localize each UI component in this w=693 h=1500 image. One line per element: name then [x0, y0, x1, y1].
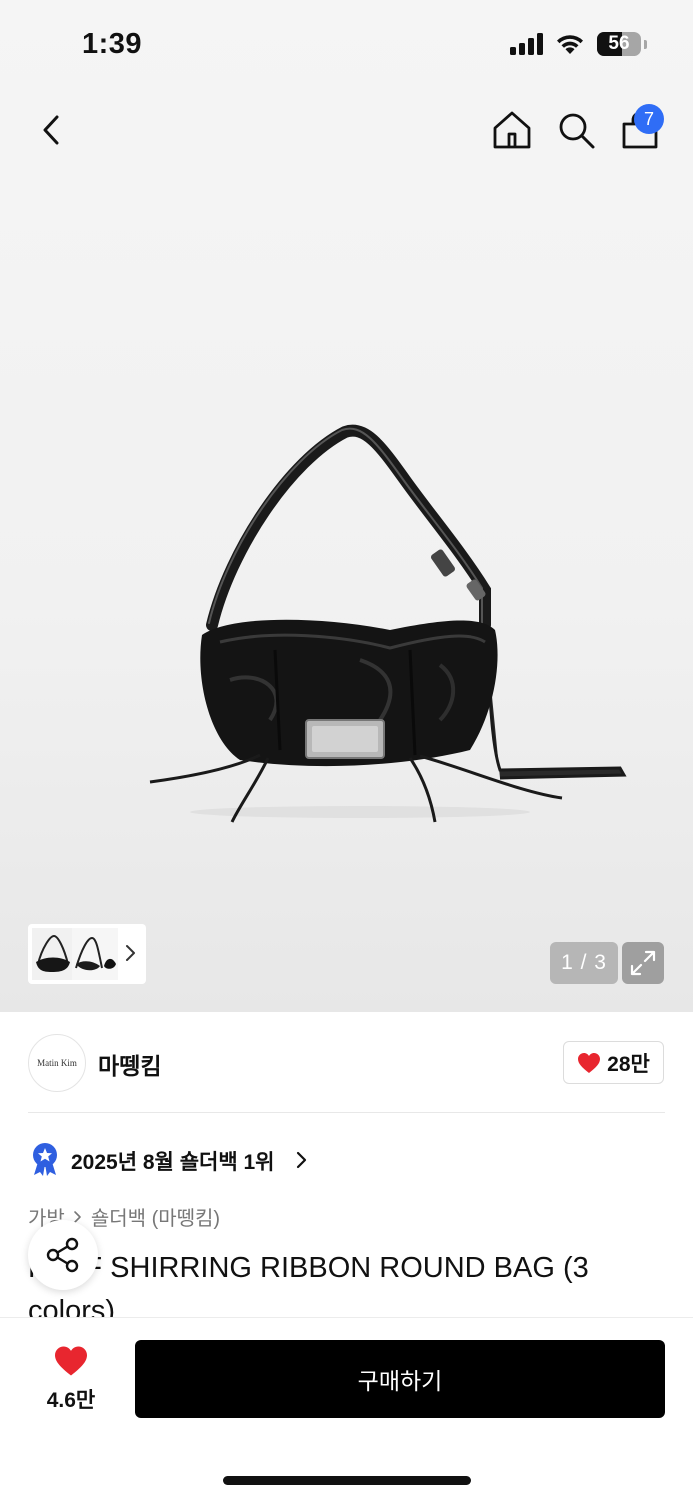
- share-button[interactable]: [28, 1220, 98, 1290]
- thumbnail-images[interactable]: [32, 928, 118, 980]
- breadcrumb-item-subcategory[interactable]: 숄더백 (마뗑킴): [91, 1202, 220, 1231]
- buy-button[interactable]: 구매하기: [135, 1340, 665, 1418]
- product-title: HALF SHIRRING RIBBON ROUND BAG (3 colors…: [28, 1252, 589, 1327]
- wishlist-count: 4.6만: [46, 1389, 96, 1412]
- thumbnail-strip[interactable]: [28, 924, 146, 984]
- brand-logo[interactable]: Matin Kim: [28, 1034, 86, 1092]
- image-counter: 1 / 3: [550, 942, 618, 984]
- chevron-right-icon[interactable]: [124, 942, 138, 964]
- brand-like-button[interactable]: 28만: [563, 1041, 664, 1084]
- chevron-right-icon[interactable]: [296, 1151, 308, 1169]
- status-time: 1:39: [82, 28, 143, 60]
- brand-like-count: 28만: [607, 1052, 650, 1076]
- back-chevron-icon[interactable]: [30, 108, 74, 152]
- home-indicator[interactable]: [223, 1476, 471, 1485]
- ranking-text[interactable]: 2025년 8월 숄더백 1위: [71, 1146, 275, 1176]
- battery-level: 56: [608, 33, 630, 54]
- wishlist-heart-icon[interactable]: [53, 1345, 89, 1377]
- home-icon[interactable]: [490, 108, 534, 152]
- cellular-signal-icon: [510, 33, 543, 55]
- status-indicators: 56: [510, 32, 647, 56]
- wifi-icon: [557, 35, 583, 54]
- search-icon[interactable]: [554, 108, 598, 152]
- expand-icon[interactable]: [622, 942, 664, 984]
- battery-tip: [644, 39, 647, 49]
- product-bag-image: [149, 424, 627, 823]
- section-divider: [28, 1112, 665, 1113]
- brand-name[interactable]: 마뗑킴: [98, 1047, 161, 1081]
- heart-icon: [578, 1052, 601, 1073]
- battery-icon: 56: [597, 32, 641, 56]
- cart-count-badge[interactable]: 7: [634, 104, 664, 134]
- ranking-badge-icon: [33, 1143, 57, 1176]
